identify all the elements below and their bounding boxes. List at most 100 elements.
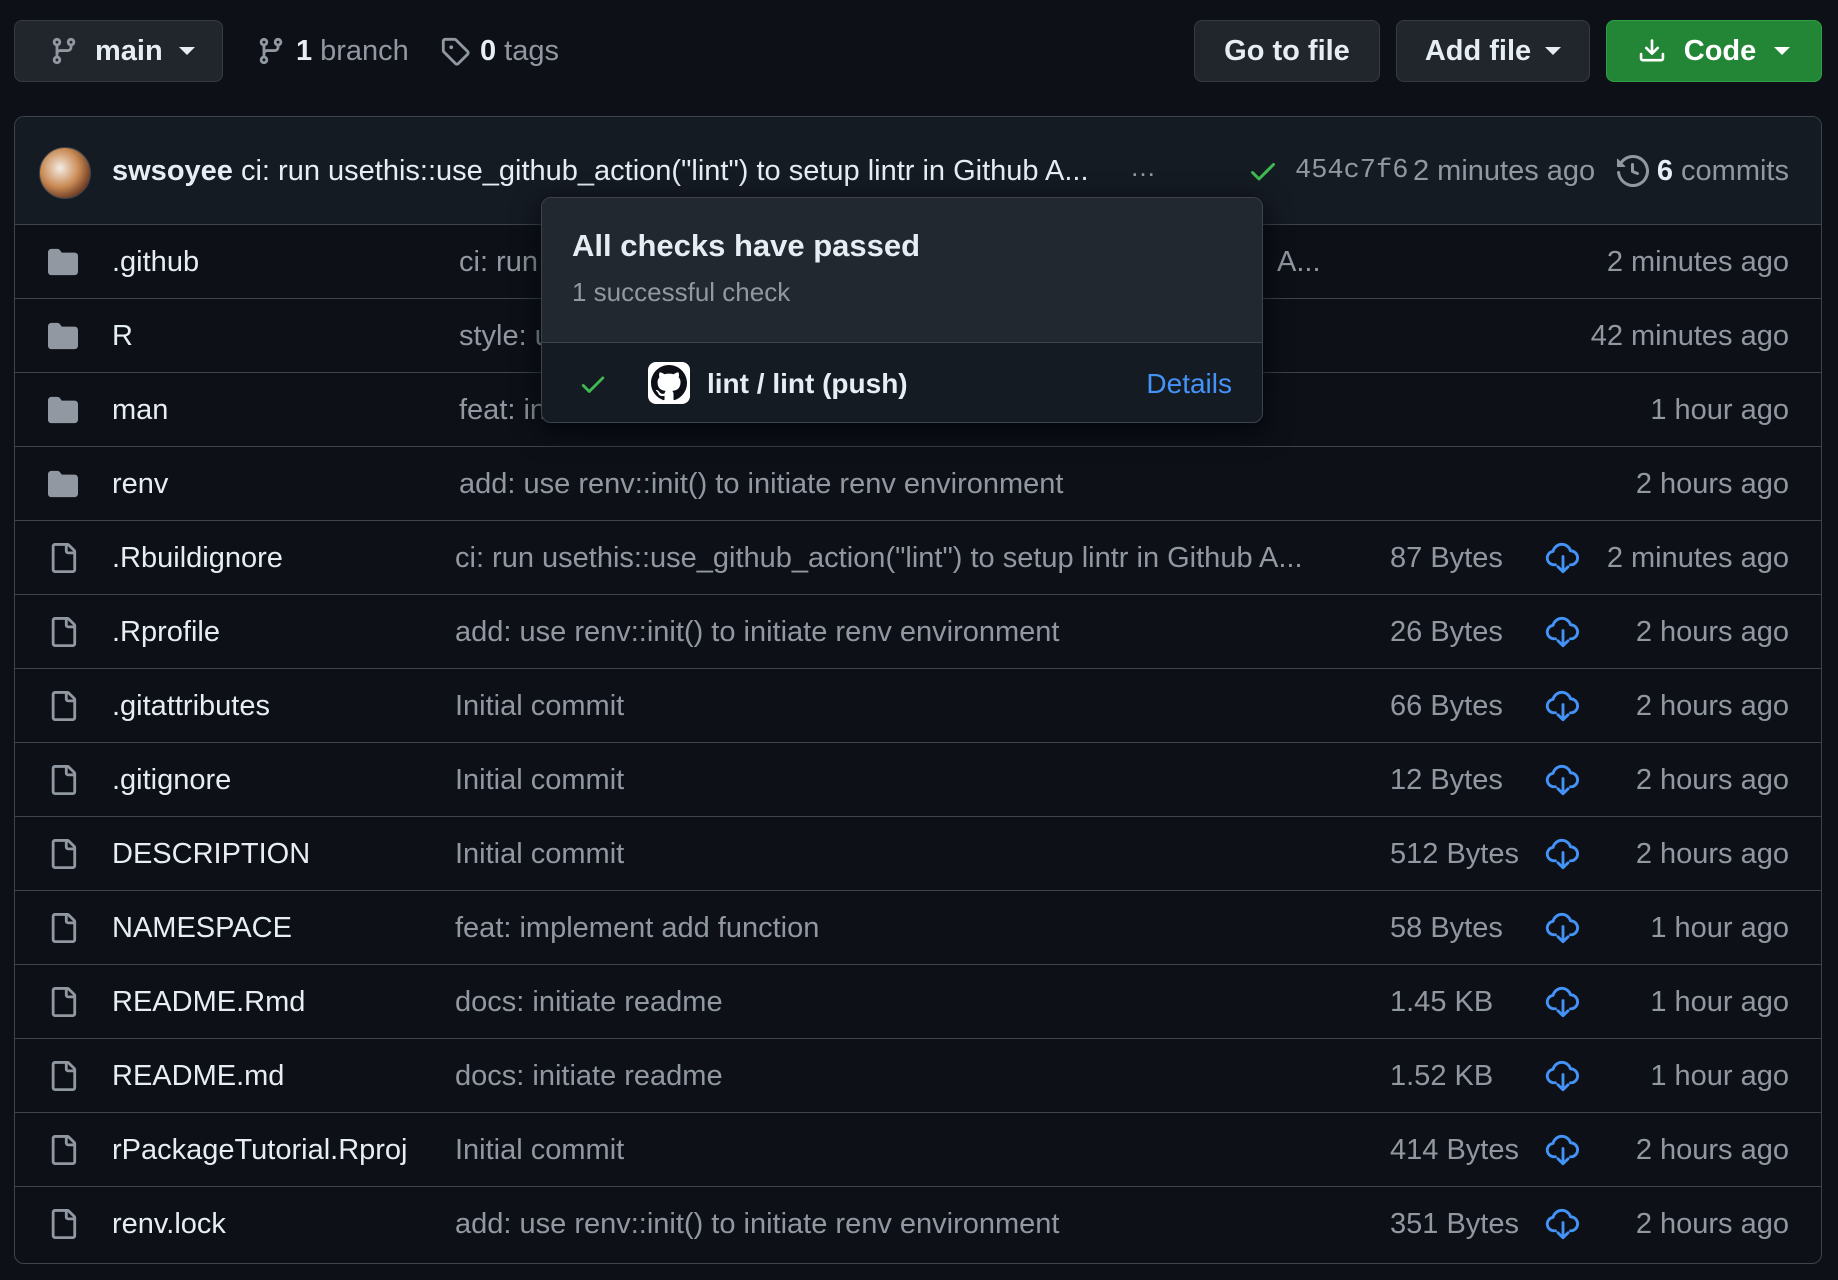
file-icon — [48, 617, 78, 647]
file-row[interactable]: .gitattributes Initial commit 66 Bytes 2 ho… — [15, 669, 1821, 743]
file-size: 351 Bytes — [1390, 1208, 1519, 1240]
file-name[interactable]: rPackageTutorial.Rproj — [112, 1113, 408, 1187]
code-button[interactable]: Code — [1606, 20, 1822, 82]
file-name[interactable]: DESCRIPTION — [112, 817, 310, 891]
chevron-down-icon — [1545, 47, 1562, 55]
download-cloud-icon[interactable] — [1545, 541, 1581, 575]
commit-sha[interactable]: 454c7f6 — [1295, 117, 1408, 225]
chevron-down-icon — [178, 47, 195, 55]
commit-message-link[interactable]: docs: initiate readme — [455, 1039, 723, 1113]
branches-link[interactable]: 1 branch — [256, 20, 409, 82]
download-cloud-icon[interactable] — [1545, 689, 1581, 723]
file-size: 87 Bytes — [1390, 542, 1503, 574]
commit-message-link[interactable]: style: u — [459, 299, 551, 373]
commit-message[interactable]: ci: run usethis::use_github_action("lint… — [241, 155, 1089, 187]
download-cloud-icon[interactable] — [1545, 1133, 1581, 1167]
commit-message-link-tail[interactable]: A... — [1277, 225, 1321, 299]
download-cloud-icon[interactable] — [1545, 985, 1581, 1019]
last-modified-time: 2 minutes ago — [1606, 542, 1789, 574]
checks-popover-header: All checks have passed 1 successful chec… — [542, 198, 1262, 343]
go-to-file-button[interactable]: Go to file — [1194, 20, 1380, 82]
download-cloud-icon[interactable] — [1545, 911, 1581, 945]
file-name[interactable]: man — [112, 373, 168, 447]
file-name[interactable]: NAMESPACE — [112, 891, 292, 965]
branch-name: main — [95, 34, 163, 67]
commit-message-link[interactable]: add: use renv::init() to initiate renv e… — [459, 447, 1063, 521]
commit-message-link[interactable]: add: use renv::init() to initiate renv e… — [455, 1187, 1059, 1261]
commit-message-link[interactable]: Initial commit — [455, 1113, 624, 1187]
go-to-file-label: Go to file — [1224, 34, 1350, 67]
download-cloud-icon[interactable] — [1545, 1207, 1581, 1241]
commit-message-link[interactable]: add: use renv::init() to initiate renv e… — [455, 595, 1059, 669]
code-label: Code — [1683, 34, 1757, 67]
file-size: 12 Bytes — [1390, 764, 1503, 796]
file-name[interactable]: .Rprofile — [112, 595, 220, 669]
file-size: 66 Bytes — [1390, 690, 1503, 722]
file-name[interactable]: README.Rmd — [112, 965, 305, 1039]
last-modified-time: 1 hour ago — [1650, 986, 1789, 1018]
commit-message-link[interactable]: Initial commit — [455, 743, 624, 817]
folder-icon — [46, 469, 80, 499]
commits-count: 6 — [1656, 155, 1674, 187]
folder-icon — [46, 395, 80, 425]
commits-history-link[interactable]: 6 commits — [1616, 117, 1789, 225]
commit-message-link[interactable]: Initial commit — [455, 669, 624, 743]
commit-author[interactable]: swsoyee — [112, 155, 233, 187]
file-name[interactable]: renv.lock — [112, 1187, 226, 1261]
file-icon — [48, 987, 78, 1017]
download-cloud-icon[interactable] — [1545, 1059, 1581, 1093]
commit-message-link[interactable]: docs: initiate readme — [455, 965, 723, 1039]
file-icon — [48, 765, 78, 795]
file-row[interactable]: README.Rmd docs: initiate readme 1.45 KB 1 … — [15, 965, 1821, 1039]
check-details-link[interactable]: Details — [1146, 343, 1232, 422]
commit-message-link[interactable]: ci: run usethis::use_github_action("lint… — [455, 521, 1303, 595]
file-icon — [48, 691, 78, 721]
download-cloud-icon[interactable] — [1545, 615, 1581, 649]
file-name[interactable]: .gitattributes — [112, 669, 270, 743]
file-name[interactable]: R — [112, 299, 133, 373]
download-cloud-icon[interactable] — [1545, 763, 1581, 797]
commits-label: commits — [1681, 155, 1789, 187]
directory-row[interactable]: renv add: use renv::init() to initiate re… — [15, 447, 1821, 521]
file-size: 512 Bytes — [1390, 838, 1519, 870]
file-row[interactable]: README.md docs: initiate readme 1.52 KB 1 h… — [15, 1039, 1821, 1113]
commit-message-link[interactable]: feat: implement add function — [455, 891, 819, 965]
last-modified-time: 2 minutes ago — [1606, 246, 1789, 278]
check-run-row: lint / lint (push) Details — [542, 343, 1262, 422]
tags-link[interactable]: 0 tags — [440, 20, 559, 82]
download-cloud-icon[interactable] — [1545, 837, 1581, 871]
check-run-name[interactable]: lint / lint (push) — [707, 343, 908, 422]
expand-commit-button[interactable]: … — [1127, 153, 1159, 187]
file-size: 58 Bytes — [1390, 912, 1503, 944]
file-row[interactable]: .Rprofile add: use renv::init() to initia… — [15, 595, 1821, 669]
folder-icon — [46, 321, 80, 351]
file-row[interactable]: rPackageTutorial.Rproj Initial commit 414 … — [15, 1113, 1821, 1187]
file-icon — [48, 1209, 78, 1239]
last-modified-time: 2 hours ago — [1635, 764, 1789, 796]
file-name[interactable]: renv — [112, 447, 168, 521]
file-row[interactable]: DESCRIPTION Initial commit 512 Bytes 2 hour… — [15, 817, 1821, 891]
file-size: 414 Bytes — [1390, 1134, 1519, 1166]
file-row[interactable]: renv.lock add: use renv::init() to initia… — [15, 1187, 1821, 1261]
file-row[interactable]: .gitignore Initial commit 12 Bytes 2 hours … — [15, 743, 1821, 817]
file-row[interactable]: NAMESPACE feat: implement add function 58 … — [15, 891, 1821, 965]
file-name[interactable]: README.md — [112, 1039, 284, 1113]
tags-count: 0 — [480, 34, 497, 67]
branches-count: 1 — [296, 34, 313, 67]
commit-message-link[interactable]: Initial commit — [455, 817, 624, 891]
commit-message-link[interactable]: ci: run — [459, 225, 538, 299]
file-row[interactable]: .Rbuildignore ci: run usethis::use_github… — [15, 521, 1821, 595]
file-name[interactable]: .github — [112, 225, 199, 299]
last-modified-time: 2 hours ago — [1635, 616, 1789, 648]
last-modified-time: 1 hour ago — [1650, 912, 1789, 944]
checks-subtitle: 1 successful check — [572, 277, 791, 307]
download-icon — [1638, 37, 1666, 65]
avatar[interactable] — [39, 147, 91, 199]
file-name[interactable]: .Rbuildignore — [112, 521, 283, 595]
commit-message-link[interactable]: feat: in — [459, 373, 546, 447]
branch-select-button[interactable]: main — [14, 20, 223, 82]
file-name[interactable]: .gitignore — [112, 743, 231, 817]
check-icon[interactable] — [1247, 155, 1279, 187]
file-icon — [48, 543, 78, 573]
add-file-button[interactable]: Add file — [1396, 20, 1590, 82]
